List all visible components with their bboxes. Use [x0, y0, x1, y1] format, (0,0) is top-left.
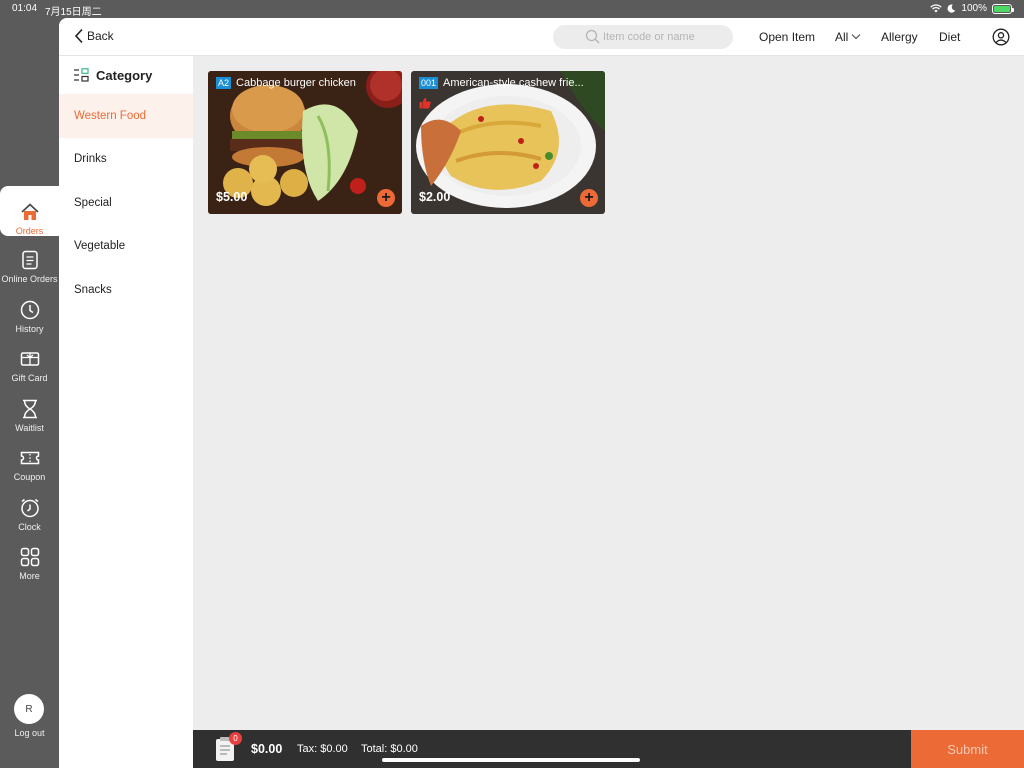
battery-fill — [994, 5, 1010, 12]
status-bar: 01:04 7月15日周二 100% — [0, 0, 1024, 18]
rail-item-more[interactable]: More — [0, 533, 59, 581]
alarm-icon — [19, 497, 41, 519]
item-price: $2.00 — [419, 190, 451, 204]
search-icon — [585, 29, 600, 44]
rail-item-orders[interactable]: Orders — [0, 186, 59, 236]
wifi-icon — [930, 4, 943, 13]
item-code: A2 — [216, 77, 232, 89]
rail-label: History — [15, 324, 44, 334]
rail-item-history[interactable]: History — [0, 286, 59, 334]
item-price: $5.00 — [216, 190, 248, 204]
submit-button[interactable]: Submit — [911, 730, 1024, 768]
gift-card-icon — [19, 348, 41, 370]
category-vegetable[interactable]: Vegetable — [59, 225, 193, 269]
menu-item-card[interactable]: A2 Cabbage burger chicken $5.00 + — [208, 71, 402, 214]
item-title: 001 American-style cashew frie... — [419, 77, 597, 89]
back-label: Back — [87, 29, 114, 43]
tax-amount: Tax: $0.00 — [297, 743, 348, 755]
rail-label: Online Orders — [1, 274, 58, 284]
left-rail: Orders Online Orders History Gift Card W… — [0, 18, 59, 768]
rail-item-clock[interactable]: Clock — [0, 484, 59, 532]
category-snacks[interactable]: Snacks — [59, 268, 193, 312]
rail-item-coupon[interactable]: Coupon — [0, 434, 59, 482]
order-summary-bar: 0 $0.00 Tax: $0.00 Total: $0.00 Submit — [193, 730, 1024, 768]
add-item-button[interactable]: + — [580, 189, 598, 207]
search-placeholder: Item code or name — [603, 31, 695, 43]
filter-dropdown[interactable]: All — [835, 30, 861, 44]
rail-label: Coupon — [13, 472, 46, 482]
item-title: A2 Cabbage burger chicken — [216, 77, 394, 89]
status-right: 100% — [930, 3, 1014, 14]
rail-label: Gift Card — [11, 373, 48, 383]
grid-icon — [19, 546, 41, 568]
total-amount: Total: $0.00 — [361, 743, 418, 755]
allergy-button[interactable]: Allergy — [881, 30, 918, 44]
thumbs-up-icon — [419, 97, 431, 109]
category-drinks[interactable]: Drinks — [59, 138, 193, 182]
search-input[interactable]: Item code or name — [553, 25, 733, 49]
rail-label: Clock — [18, 522, 41, 532]
item-name: Cabbage burger chicken — [236, 77, 356, 89]
battery-icon — [992, 3, 1014, 14]
chevron-left-icon — [74, 28, 83, 44]
logout-button[interactable]: Log out — [0, 728, 59, 738]
rail-item-waitlist[interactable]: Waitlist — [0, 385, 59, 433]
battery-percent: 100% — [961, 3, 987, 14]
order-amount: $0.00 — [251, 742, 283, 756]
item-code: 001 — [419, 77, 439, 89]
open-item-button[interactable]: Open Item — [759, 30, 815, 44]
cart-count-badge: 0 — [229, 732, 242, 745]
moon-icon — [947, 4, 956, 13]
top-bar: Back Item code or name Open Item All All… — [59, 18, 1024, 56]
rail-label: Orders — [15, 226, 44, 236]
document-icon — [19, 249, 41, 271]
hourglass-icon — [19, 398, 41, 420]
user-icon[interactable] — [992, 28, 1010, 46]
main-panel: Back Item code or name Open Item All All… — [59, 18, 1024, 768]
category-header: Category — [59, 56, 193, 94]
rail-label: More — [19, 571, 40, 581]
status-date: 7月15日周二 — [45, 7, 102, 18]
back-button[interactable]: Back — [73, 28, 114, 44]
menu-item-card[interactable]: 001 American-style cashew frie... $2.00 … — [411, 71, 605, 214]
house-icon — [19, 201, 41, 223]
chevron-down-icon — [852, 30, 861, 40]
rail-label: Waitlist — [15, 423, 44, 433]
status-time: 01:04 — [12, 3, 38, 14]
rail-item-gift-card[interactable]: Gift Card — [0, 335, 59, 383]
add-item-button[interactable]: + — [377, 189, 395, 207]
item-name: American-style cashew frie... — [443, 77, 584, 89]
avatar[interactable]: R — [14, 694, 44, 724]
category-special[interactable]: Special — [59, 181, 193, 225]
category-list: Category Western Food Drinks Special Veg… — [59, 56, 193, 768]
diet-button[interactable]: Diet — [939, 30, 960, 44]
rail-item-online-orders[interactable]: Online Orders — [0, 236, 59, 284]
category-title: Category — [96, 67, 153, 83]
category-list-icon — [74, 68, 89, 82]
home-indicator — [382, 758, 640, 762]
clock-icon — [19, 299, 41, 321]
ticket-icon — [19, 447, 41, 469]
filter-value: All — [835, 30, 849, 44]
category-western-food[interactable]: Western Food — [59, 94, 193, 138]
